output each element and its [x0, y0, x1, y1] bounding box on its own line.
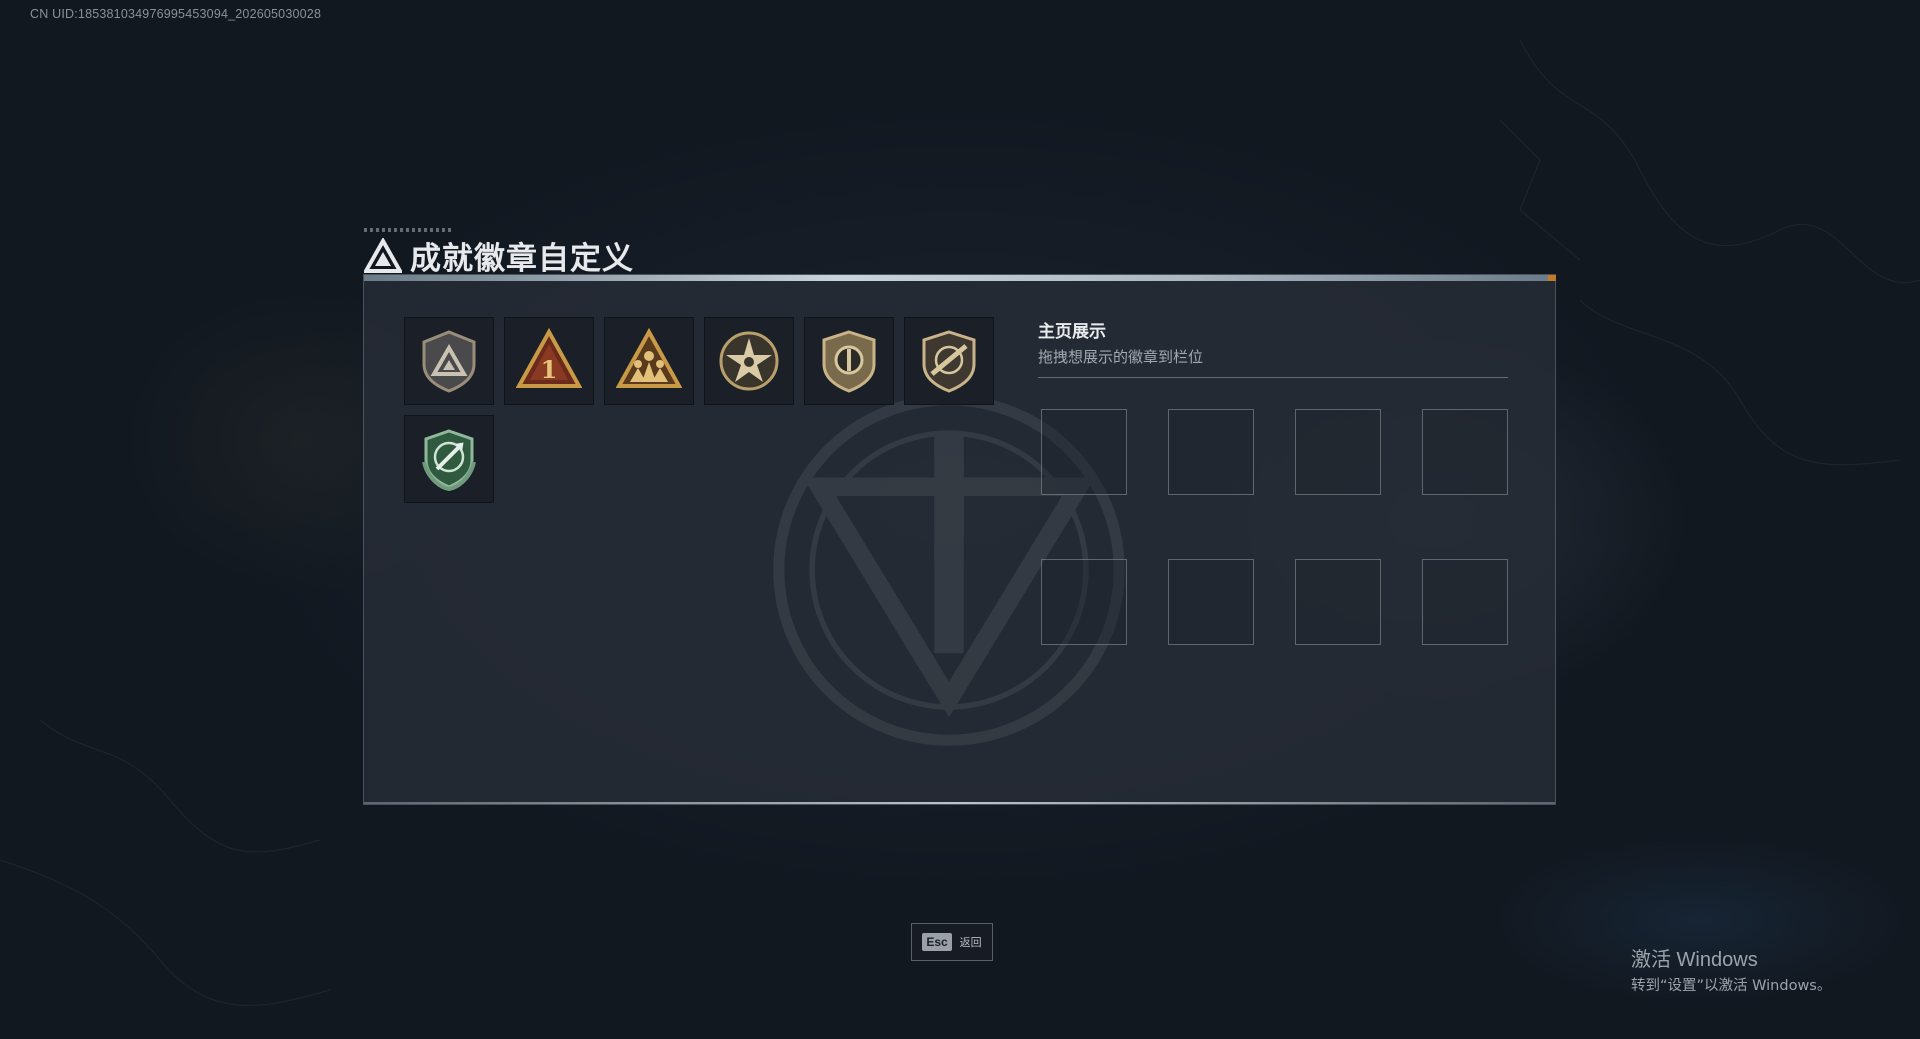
showcase-slot[interactable]: [1168, 559, 1254, 645]
showcase-slot[interactable]: [1295, 409, 1381, 495]
star-wreath-badge-icon: [719, 331, 779, 391]
activation-subtitle: 转到“设置”以激活 Windows。: [1631, 978, 1832, 994]
showcase-slot[interactable]: [1422, 409, 1508, 495]
badge-customize-panel: 1 主页展示 拖拽想展示的徽章到栏位: [363, 274, 1556, 805]
badge-item[interactable]: [404, 317, 494, 405]
svg-text:1: 1: [541, 355, 558, 384]
homepage-showcase: 主页展示 拖拽想展示的徽章到栏位: [1038, 317, 1508, 645]
activation-title: 激活 Windows: [1631, 949, 1758, 971]
showcase-divider: [1038, 377, 1508, 378]
page-title: 成就徽章自定义: [410, 241, 634, 277]
triangle-number-one-badge-icon: 1: [516, 328, 582, 388]
badge-item[interactable]: [904, 317, 994, 405]
panel-top-bar: [364, 275, 1556, 281]
badge-item[interactable]: [704, 317, 794, 405]
showcase-slot[interactable]: [1168, 409, 1254, 495]
player-uid-label: CN UID:1853810349769954530​94_2026050300…: [30, 7, 322, 21]
showcase-subtitle: 拖拽想展示的徽章到栏位: [1038, 348, 1204, 366]
triangle-logo-icon: [364, 237, 402, 273]
title-decoration: [364, 228, 454, 232]
windows-activation-watermark: 激活 Windows 转到“设置”以激活 Windows。: [1631, 943, 1831, 995]
showcase-slot[interactable]: [1295, 559, 1381, 645]
panel-bottom-edge: [364, 802, 1555, 804]
back-label: 返回: [959, 936, 982, 949]
showcase-title: 主页展示: [1038, 322, 1106, 342]
green-wreath-crossed-badge-icon: [422, 429, 476, 492]
badge-item[interactable]: [404, 415, 494, 503]
triangle-soldiers-badge-icon: [616, 328, 682, 388]
badge-item[interactable]: [804, 317, 894, 405]
shield-rifle-badge-icon: [922, 330, 976, 393]
showcase-slot-grid: [1041, 409, 1508, 645]
showcase-slot[interactable]: [1422, 559, 1508, 645]
shield-emblem-badge-icon: [822, 330, 876, 393]
showcase-slot[interactable]: [1041, 409, 1127, 495]
triangle-shield-badge-icon: [422, 330, 476, 393]
back-button[interactable]: Esc 返回: [911, 923, 993, 961]
page-header: 成就徽章自定义: [364, 233, 634, 278]
badge-collection: 1: [404, 317, 1024, 503]
esc-key-hint: Esc: [922, 933, 952, 951]
badge-item[interactable]: 1: [504, 317, 594, 405]
showcase-slot[interactable]: [1041, 559, 1127, 645]
badge-item[interactable]: [604, 317, 694, 405]
